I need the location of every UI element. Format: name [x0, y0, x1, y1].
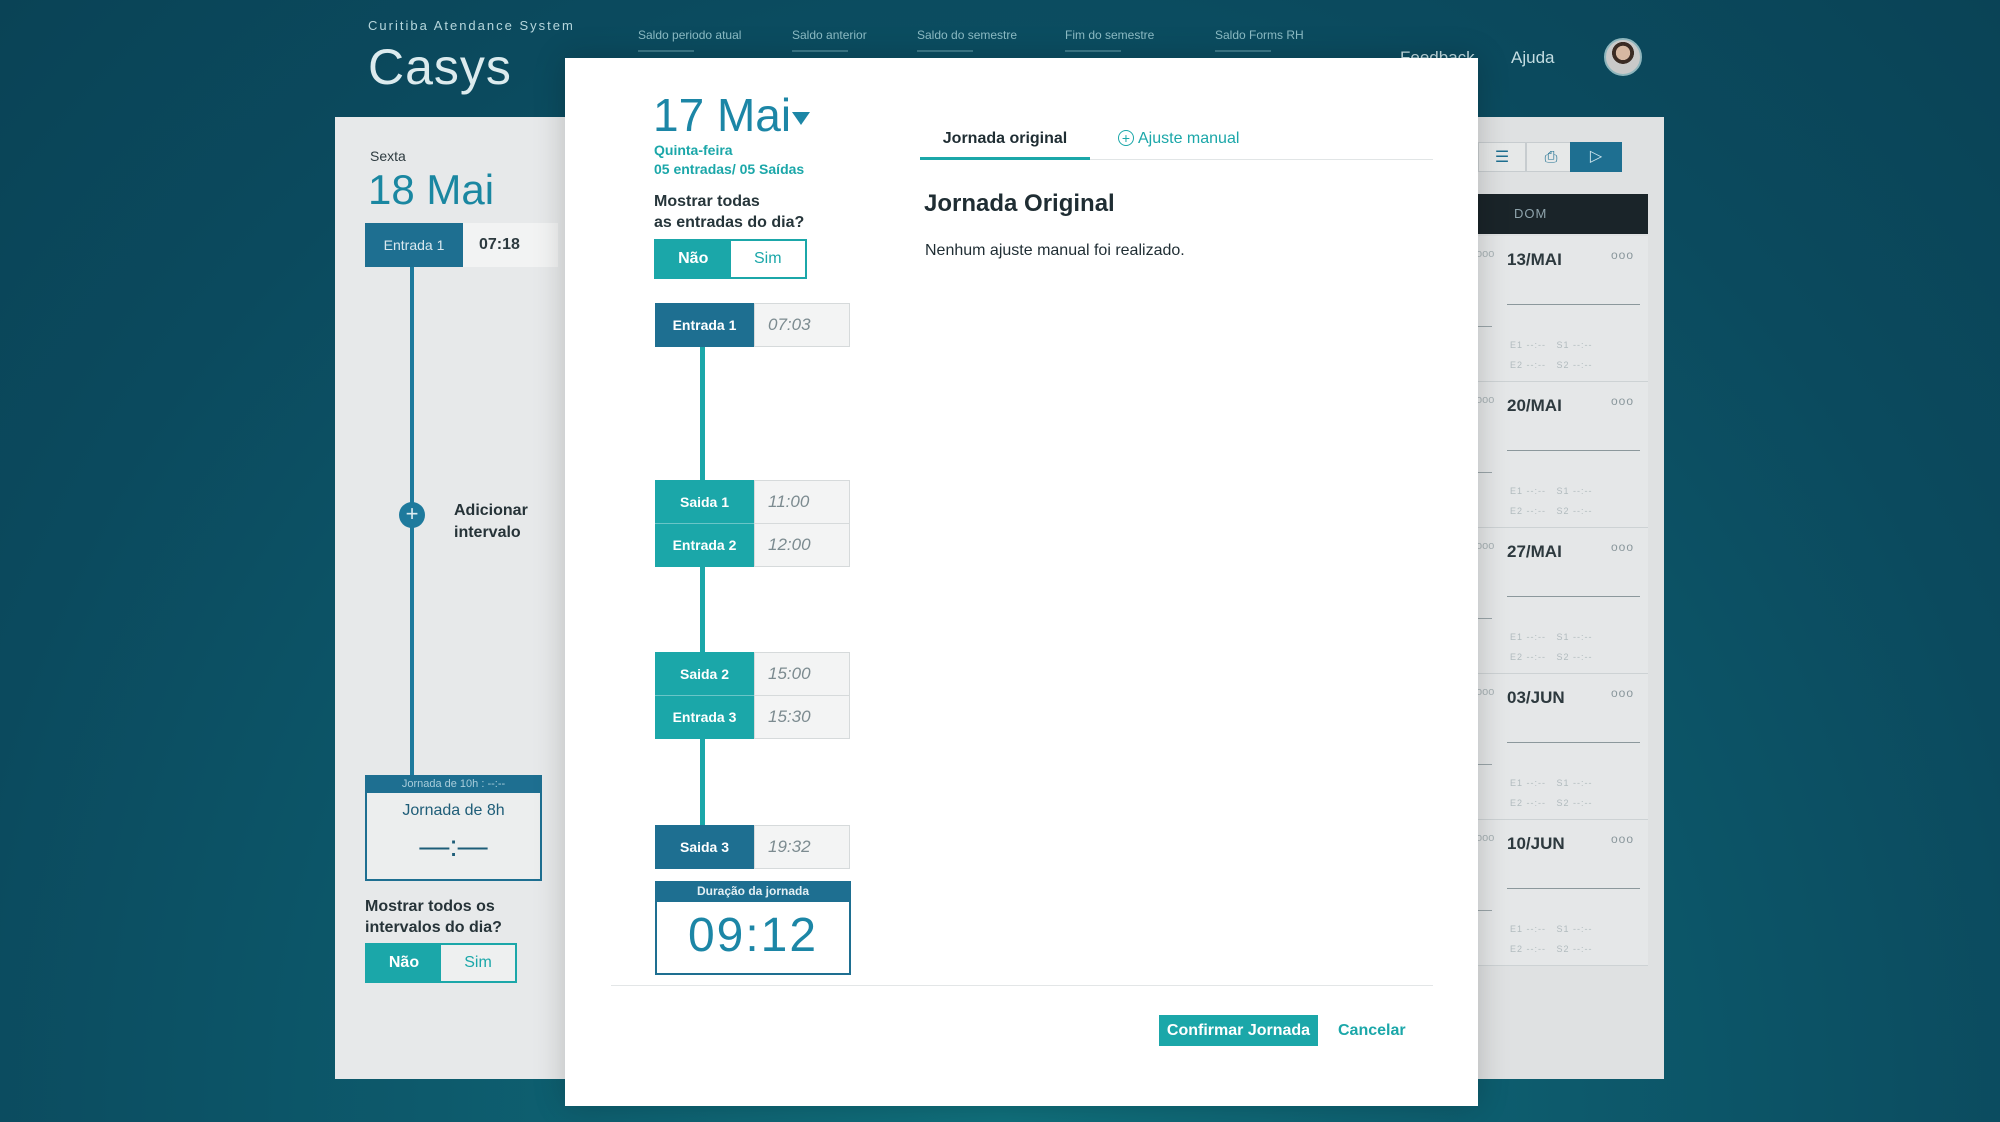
show-all-entries-toggle[interactable]: Não Sim	[654, 239, 807, 279]
week-cell[interactable]: ooo 27/MAI ooo E1 --:-- S1 --:-- E2 --:-…	[1476, 528, 1648, 674]
add-interval-label[interactable]: Adicionar intervalo	[454, 500, 528, 544]
week-date: 10/JUN	[1507, 834, 1565, 853]
add-interval-icon[interactable]: +	[399, 502, 425, 528]
header-stat-forms: Saldo Forms RH	[1215, 28, 1304, 52]
modal-entry-count: 05 entradas/ 05 Saídas	[654, 161, 805, 177]
entry-label[interactable]: Entrada 1	[365, 223, 463, 267]
timeline-divider	[655, 695, 754, 696]
help-link[interactable]: Ajuda	[1511, 48, 1554, 68]
header-stat-label: Saldo anterior	[792, 28, 867, 42]
timeline-label-entrada-3: Entrada 3	[655, 695, 754, 739]
duration-label: Duração da jornada	[655, 881, 851, 902]
header-stat-label: Saldo Forms RH	[1215, 28, 1304, 42]
more-icon[interactable]: ooo	[1611, 540, 1634, 554]
app-logo: Casys	[368, 39, 512, 95]
timeline-line	[700, 739, 705, 825]
cancel-button[interactable]: Cancelar	[1338, 1015, 1406, 1046]
more-icon[interactable]: ooo	[1611, 248, 1634, 262]
header-stat-label: Fim do semestre	[1065, 28, 1155, 42]
week-cell[interactable]: ooo 13/MAI ooo E1 --:-- S1 --:-- E2 --:-…	[1476, 236, 1648, 382]
header-stat-label: Saldo do semestre	[917, 28, 1018, 42]
plus-circle-icon: +	[1118, 130, 1134, 146]
jornada-value: —:—	[419, 830, 488, 863]
week-date: 03/JUN	[1507, 688, 1565, 707]
timeline-label-saida-1: Saida 1	[655, 480, 754, 524]
modal-date[interactable]: 17 Mai	[653, 88, 791, 142]
show-all-entries-question: Mostrar todas as entradas do dia?	[654, 193, 805, 231]
tab-ajuste-manual-label: Ajuste manual	[1138, 130, 1240, 147]
toggle-no[interactable]: Não	[367, 945, 441, 981]
send-icon[interactable]: ▷	[1570, 142, 1622, 172]
header-stat-end-semester: Fim do semestre	[1065, 28, 1154, 52]
tab-ajuste-manual[interactable]: + Ajuste manual	[1118, 130, 1239, 160]
header-stat-current: Saldo periodo atual	[638, 28, 741, 52]
more-icon[interactable]: ooo	[1611, 832, 1634, 846]
jornada-label: Jornada de 8h	[402, 802, 505, 819]
timeline-time-saida-1[interactable]: 11:00	[754, 480, 850, 524]
week-cell[interactable]: ooo 10/JUN ooo E1 --:-- S1 --:-- E2 --:-…	[1476, 820, 1648, 966]
header-stat-semester: Saldo do semestre	[917, 28, 1017, 52]
week-date: 27/MAI	[1507, 542, 1562, 561]
modal-weekday: Quinta-feira	[654, 142, 733, 158]
show-intervals-toggle[interactable]: Não Sim	[365, 943, 517, 983]
jornada-header: Jornada de 10h : --:--	[365, 775, 542, 793]
section-title: Jornada Original	[924, 190, 1115, 217]
timeline-time-entrada-1[interactable]: 07:03	[754, 303, 850, 347]
entry-time[interactable]: 07:18	[463, 223, 558, 267]
timeline-line	[700, 347, 705, 480]
week-date: 20/MAI	[1507, 396, 1562, 415]
timeline-divider	[655, 523, 754, 524]
confirm-jornada-button[interactable]: Confirmar Jornada	[1159, 1015, 1318, 1046]
more-icon[interactable]: ooo	[1611, 686, 1634, 700]
print-icon[interactable]: ⎙	[1526, 142, 1576, 172]
toggle-no[interactable]: Não	[656, 241, 731, 277]
timeline-time-saida-3[interactable]: 19:32	[754, 825, 850, 869]
chevron-down-icon[interactable]	[792, 112, 810, 125]
tab-jornada-original[interactable]: Jornada original	[920, 130, 1090, 160]
day-date: 18 Mai	[368, 166, 495, 213]
sunday-column-header: DOM	[1478, 194, 1648, 234]
timeline-line	[700, 566, 705, 652]
timeline-label-entrada-1: Entrada 1	[655, 303, 754, 347]
list-icon[interactable]: ☰	[1478, 142, 1526, 172]
toggle-yes[interactable]: Sim	[730, 241, 805, 277]
timeline-label-entrada-2: Entrada 2	[655, 523, 754, 567]
toggle-yes[interactable]: Sim	[441, 945, 515, 981]
week-date: 13/MAI	[1507, 250, 1562, 269]
timeline-time-entrada-2[interactable]: 12:00	[754, 523, 850, 567]
header-stat-label: Saldo periodo atual	[638, 28, 742, 42]
week-cell[interactable]: ooo 03/JUN ooo E1 --:-- S1 --:-- E2 --:-…	[1476, 674, 1648, 820]
timeline-time-entrada-3[interactable]: 15:30	[754, 695, 850, 739]
day-name: Sexta	[370, 148, 406, 164]
more-icon[interactable]: ooo	[1611, 394, 1634, 408]
timeline-label-saida-3: Saida 3	[655, 825, 754, 869]
avatar[interactable]	[1604, 38, 1642, 76]
timeline-label-saida-2: Saida 2	[655, 652, 754, 696]
no-adjustments-message: Nenhum ajuste manual foi realizado.	[925, 242, 1185, 259]
footer-divider	[611, 985, 1433, 986]
header-stat-previous: Saldo anterior	[792, 28, 867, 52]
app-subtitle: Curitiba Atendance System	[368, 18, 575, 33]
timeline-time-saida-2[interactable]: 15:00	[754, 652, 850, 696]
duration-value: 09:12	[687, 909, 819, 962]
week-cell[interactable]: ooo 20/MAI ooo E1 --:-- S1 --:-- E2 --:-…	[1476, 382, 1648, 528]
show-intervals-question: Mostrar todos os intervalos do dia?	[365, 898, 502, 936]
